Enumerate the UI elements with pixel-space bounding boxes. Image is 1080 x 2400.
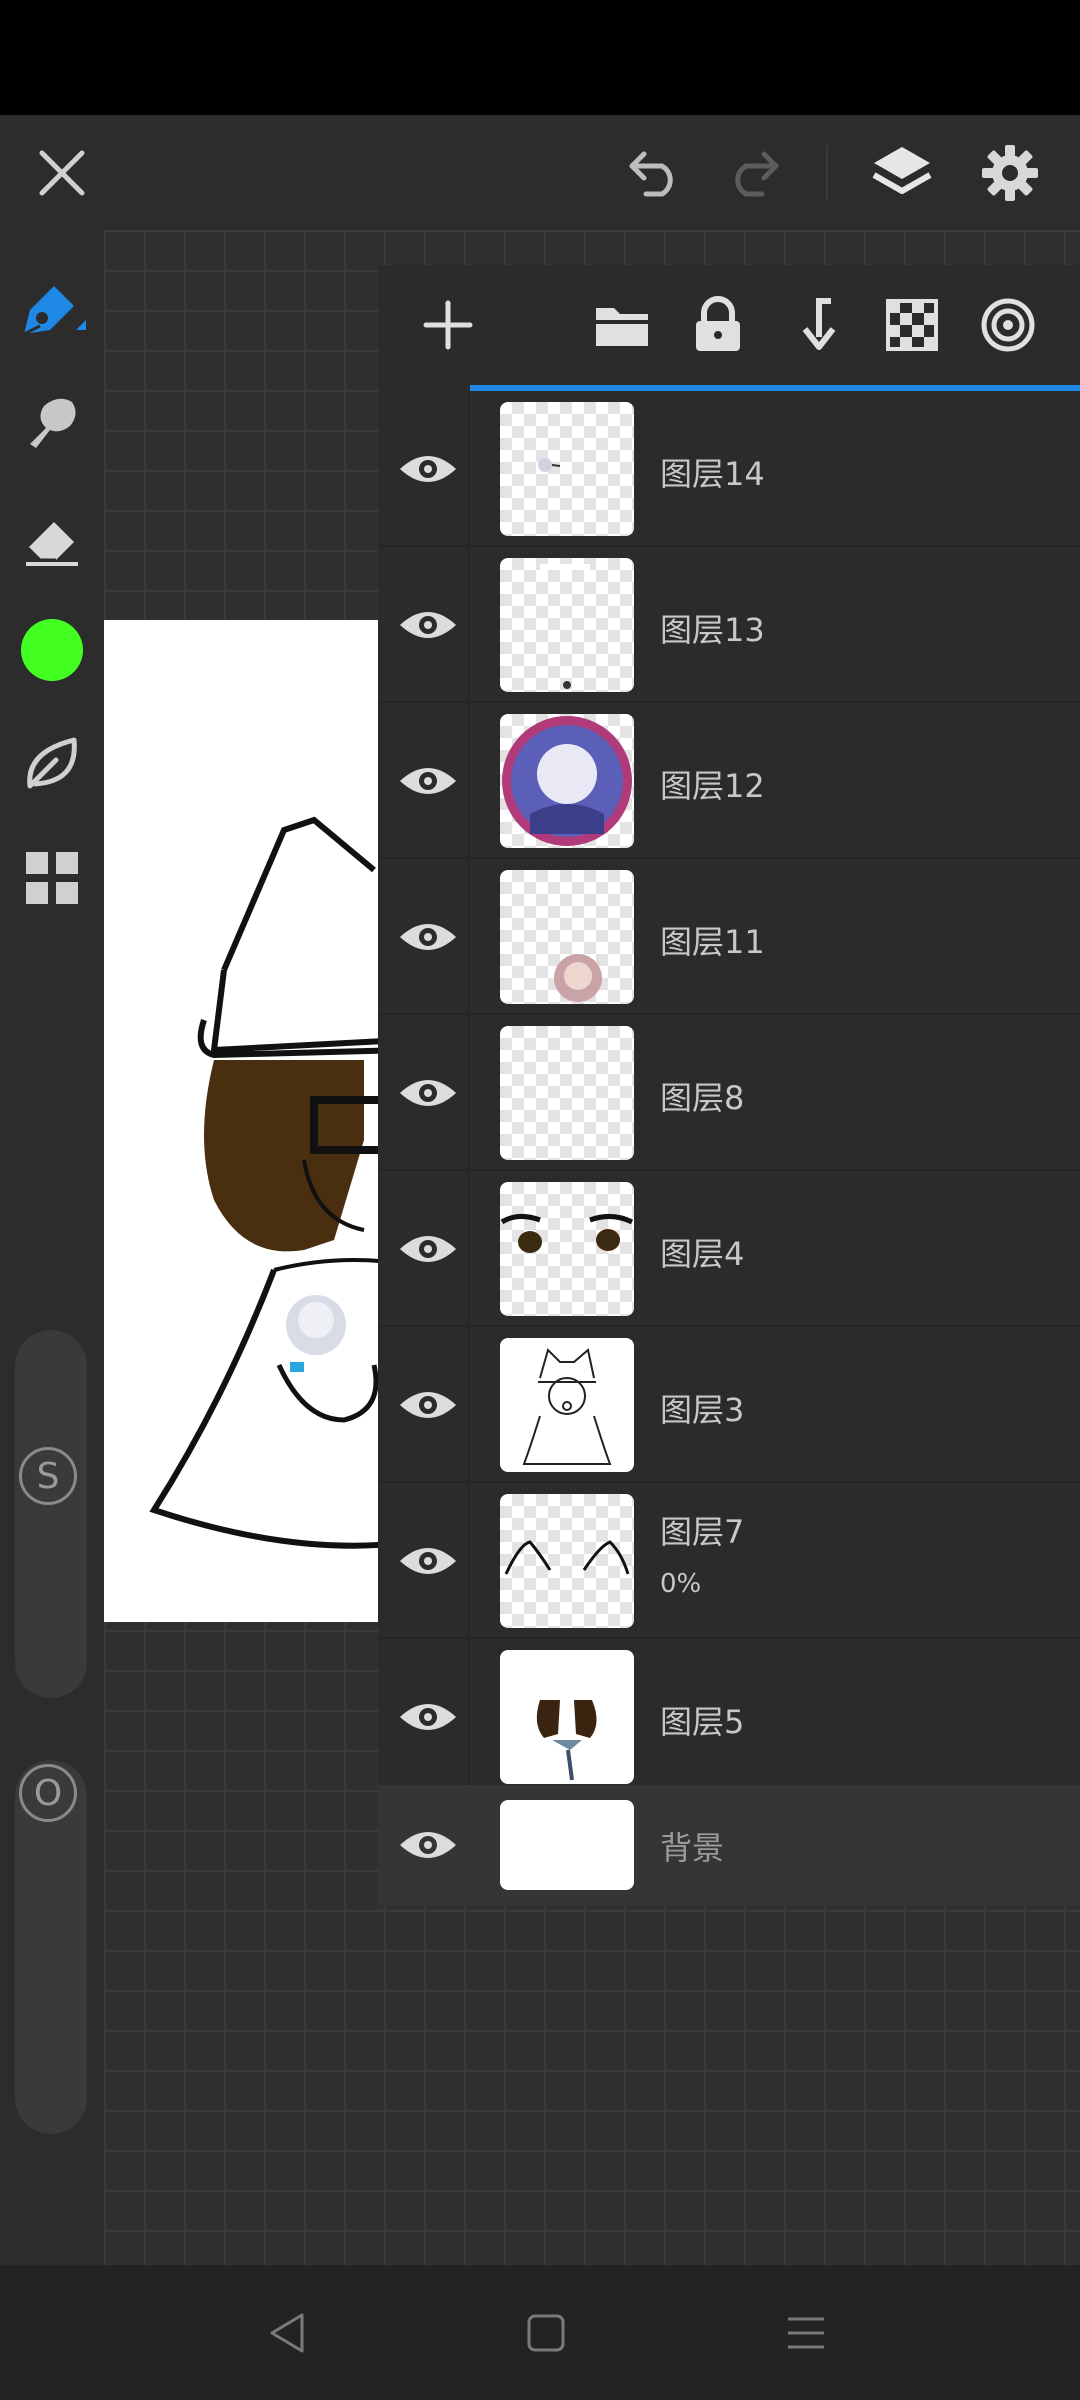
blend-mode-icon[interactable]	[972, 289, 1044, 361]
layers-icon[interactable]	[864, 135, 940, 211]
layer-row[interactable]: 图层12	[378, 703, 1080, 859]
layer-row[interactable]: 图层5	[378, 1639, 1080, 1795]
visibility-eye-icon[interactable]	[398, 1229, 458, 1269]
layer-thumbnail	[500, 1650, 634, 1784]
transparency-icon[interactable]	[876, 289, 948, 361]
settings-icon[interactable]	[972, 135, 1048, 211]
layer-thumbnail	[500, 714, 634, 848]
home-icon[interactable]	[516, 2305, 576, 2361]
opacity-slider-label: O	[19, 1764, 77, 1822]
visibility-eye-icon[interactable]	[398, 917, 458, 957]
visibility-eye-icon[interactable]	[398, 605, 458, 645]
layer-name: 图层8	[660, 1079, 745, 1117]
redo-icon[interactable]	[714, 135, 790, 211]
back-icon[interactable]	[258, 2305, 318, 2361]
toolbar-divider	[826, 145, 828, 201]
layer-thumbnail	[500, 558, 634, 692]
layer-name: 图层12	[660, 767, 765, 805]
undo-icon[interactable]	[618, 135, 694, 211]
layer-name: 图层14	[660, 455, 765, 493]
eraser-icon[interactable]	[12, 496, 92, 576]
layer-thumbnail	[500, 1026, 634, 1160]
layer-name: 图层13	[660, 611, 765, 649]
grid-icon[interactable]	[12, 838, 92, 918]
lock-icon[interactable]	[682, 289, 754, 361]
layer-row-background[interactable]: 背景	[378, 1785, 1080, 1905]
smudge-icon[interactable]	[12, 380, 92, 460]
visibility-eye-icon[interactable]	[398, 1385, 458, 1425]
layer-name: 图层4	[660, 1235, 745, 1273]
close-icon[interactable]	[24, 135, 100, 211]
leaf-icon[interactable]	[12, 724, 92, 804]
visibility-eye-icon[interactable]	[398, 761, 458, 801]
visibility-eye-icon[interactable]	[398, 1697, 458, 1737]
layer-panel: 图层14 图层13 图层12 图层11 图层8 图层4 图层3 图层7 0% 图…	[378, 265, 1080, 1905]
status-bar	[0, 0, 1080, 115]
visibility-eye-icon[interactable]	[398, 449, 458, 489]
layer-panel-toolbar	[378, 265, 1080, 385]
merge-down-icon[interactable]	[780, 289, 852, 361]
visibility-eye-icon[interactable]	[398, 1825, 458, 1865]
layer-thumbnail	[500, 1338, 634, 1472]
layer-row[interactable]: 图层13	[378, 547, 1080, 703]
folder-icon[interactable]	[586, 289, 658, 361]
layer-row[interactable]: 图层3	[378, 1327, 1080, 1483]
layer-row[interactable]: 图层11	[378, 859, 1080, 1015]
layer-name: 图层3	[660, 1391, 745, 1429]
layer-row[interactable]: 图层14	[378, 391, 1080, 547]
layer-thumbnail	[500, 1800, 634, 1890]
top-toolbar	[0, 115, 1080, 230]
tool-sidebar: S O	[0, 230, 104, 2265]
layer-name: 图层11	[660, 923, 765, 961]
layer-row[interactable]: 图层8	[378, 1015, 1080, 1171]
brush-size-slider[interactable]	[15, 1330, 87, 1698]
layer-name: 图层7	[660, 1513, 745, 1551]
layer-name: 图层5	[660, 1703, 745, 1741]
layer-name: 背景	[660, 1829, 725, 1867]
menu-icon[interactable]	[776, 2305, 836, 2361]
size-slider-label: S	[19, 1447, 77, 1505]
layer-opacity-value: 0%	[660, 1569, 702, 1599]
system-nav-bar	[0, 2265, 1080, 2400]
visibility-eye-icon[interactable]	[398, 1073, 458, 1113]
layer-thumbnail	[500, 870, 634, 1004]
layer-thumbnail	[500, 402, 634, 536]
layer-thumbnail	[500, 1494, 634, 1628]
visibility-eye-icon[interactable]	[398, 1541, 458, 1581]
layer-row[interactable]: 图层7 0%	[378, 1483, 1080, 1639]
add-icon[interactable]	[412, 289, 484, 361]
layer-thumbnail	[500, 1182, 634, 1316]
layer-row[interactable]: 图层4	[378, 1171, 1080, 1327]
pen-icon[interactable]	[12, 270, 92, 350]
color-swatch[interactable]	[12, 610, 92, 690]
